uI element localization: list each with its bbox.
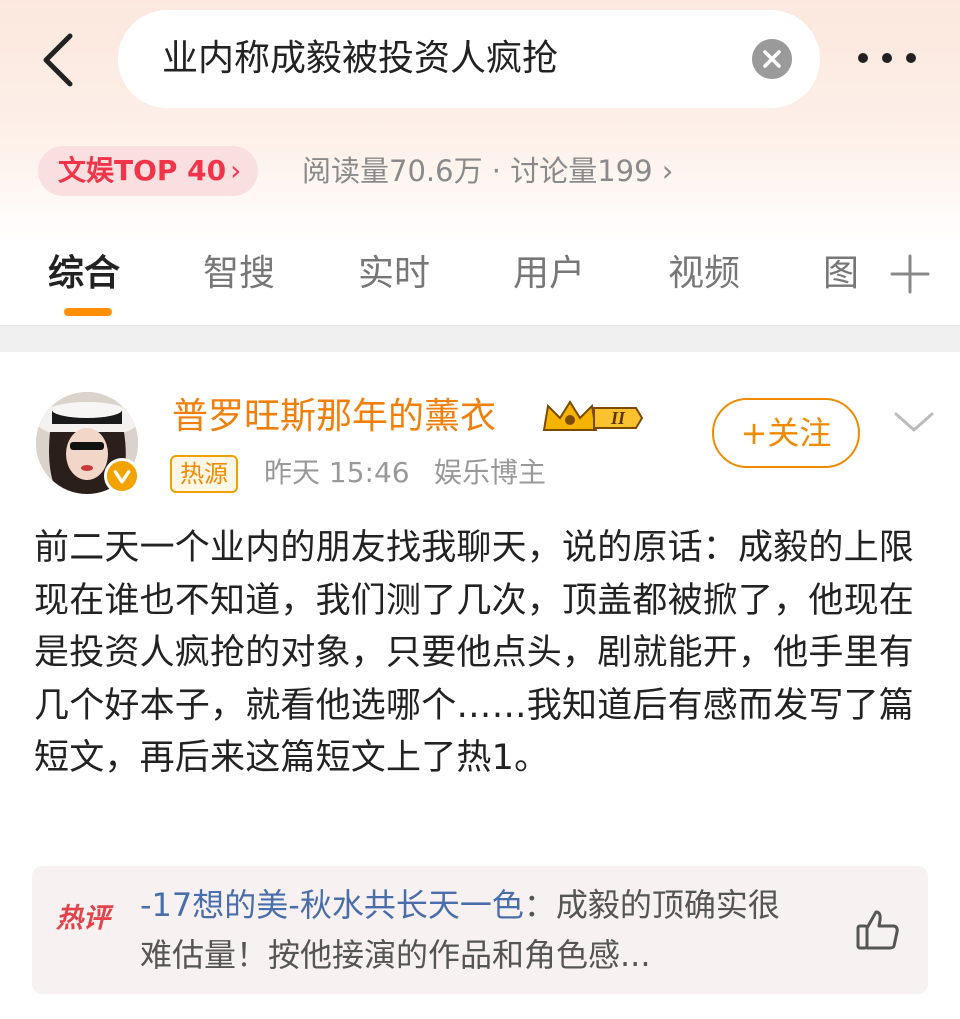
active-tab-indicator: [64, 308, 112, 316]
vip-crown-icon: II: [542, 400, 644, 431]
tab-bar: 综合 智搜 实时 用户 视频 图: [0, 236, 960, 326]
verified-badge-icon: [104, 458, 140, 494]
post-body[interactable]: 前二天一个业内的朋友找我聊天，说的原话：成毅的上限现在谁也不知道，我们测了几次，…: [34, 522, 929, 785]
topic-stats[interactable]: 阅读量70.6万 · 讨论量199 ›: [302, 146, 673, 196]
tab-users[interactable]: 用户: [513, 244, 585, 296]
svg-text:II: II: [610, 408, 626, 428]
hot-source-tag: 热源: [170, 455, 238, 493]
comment-author[interactable]: -17想的美-秋水共长天一色: [140, 886, 524, 924]
tab-smart-search[interactable]: 智搜: [203, 244, 275, 296]
tab-video[interactable]: 视频: [668, 244, 740, 296]
chevron-down-icon[interactable]: [892, 408, 936, 436]
plus-icon[interactable]: [890, 254, 930, 294]
section-divider: [0, 325, 960, 353]
search-query: 业内称成毅被投资人疯抢: [162, 38, 559, 79]
rank-arrow: ›: [230, 154, 242, 187]
username[interactable]: 普罗旺斯那年的薰衣: [172, 394, 496, 440]
like-icon[interactable]: [854, 906, 902, 954]
tab-images[interactable]: 图: [823, 244, 859, 296]
hot-comment-tag: 热评: [56, 903, 110, 934]
author-role: 娱乐博主: [434, 456, 547, 489]
hot-comment[interactable]: 热评 -17想的美-秋水共长天一色：成毅的顶确实很难估量！按他接演的作品和角色感…: [32, 866, 928, 994]
rank-badge[interactable]: 文娱TOP 40 ›: [38, 146, 258, 196]
rank-label: 文娱TOP 40: [58, 154, 227, 187]
back-arrow-icon[interactable]: [36, 30, 84, 90]
search-input[interactable]: 业内称成毅被投资人疯抢: [118, 10, 820, 108]
more-icon[interactable]: [852, 40, 922, 76]
hot-comment-content: -17想的美-秋水共长天一色：成毅的顶确实很难估量！按他接演的作品和角色感...: [140, 880, 810, 980]
post-time: 昨天 15:46: [264, 456, 410, 489]
clear-icon[interactable]: [752, 39, 792, 79]
post-card[interactable]: 普罗旺斯那年的薰衣 II 热源 昨天 15:46 娱乐博主 +关注 前二天一个业…: [0, 352, 960, 1019]
tab-realtime[interactable]: 实时: [358, 244, 430, 296]
follow-button[interactable]: +关注: [712, 398, 860, 468]
tab-comprehensive[interactable]: 综合: [48, 244, 120, 296]
